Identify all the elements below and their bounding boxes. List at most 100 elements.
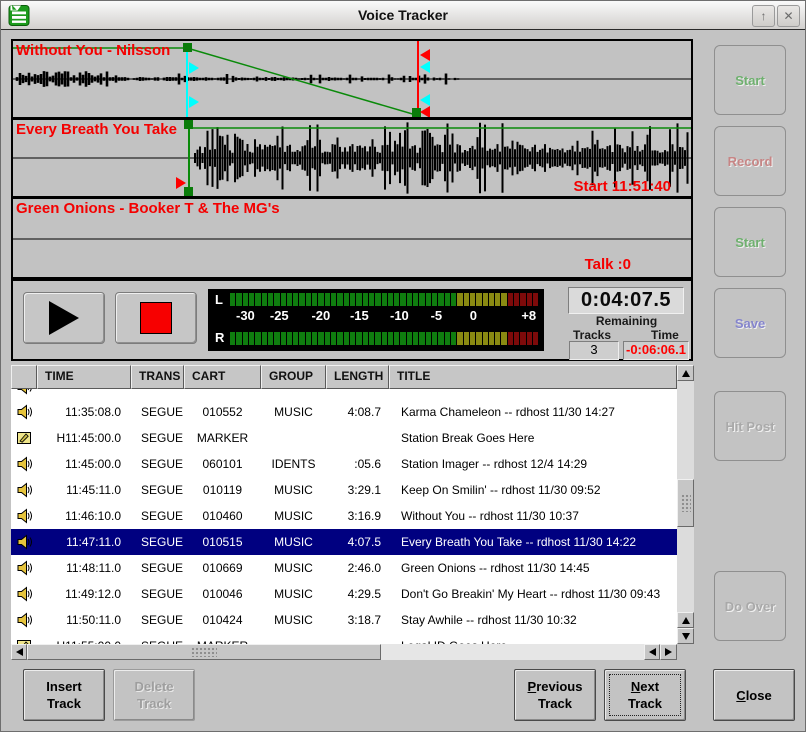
track-2-waveform[interactable]: Every Breath You Take Start 11:51:40 bbox=[13, 117, 691, 196]
fade-handle-icon[interactable] bbox=[183, 43, 192, 52]
column-header-cart[interactable]: CART bbox=[184, 365, 261, 389]
log-row-selected[interactable]: 11:47:11.0SEGUE010515MUSIC4:07.5Every Br… bbox=[11, 529, 677, 555]
track-end-marker-icon[interactable] bbox=[420, 94, 430, 106]
log-row[interactable]: 11:48:11.0SEGUE010669MUSIC2:46.0Green On… bbox=[11, 555, 677, 581]
cell-c6: Every Breath You Take -- rdhost 11/30 14… bbox=[389, 535, 677, 549]
log-row[interactable]: 11:45:11.0SEGUE010119MUSIC3:29.1Keep On … bbox=[11, 477, 677, 503]
meter-tick: -20 bbox=[311, 308, 330, 323]
save-button[interactable]: Save bbox=[714, 288, 786, 358]
cell-c6: Green Onions -- rdhost 11/30 14:45 bbox=[389, 561, 677, 575]
segue-marker-icon[interactable] bbox=[176, 177, 186, 189]
meter-tick: -25 bbox=[270, 308, 289, 323]
track-end-marker-icon[interactable] bbox=[420, 61, 430, 73]
cell-c6: Karma Chameleon -- rdhost 11/30 14:27 bbox=[389, 405, 677, 419]
track-end-marker-icon[interactable] bbox=[420, 49, 430, 61]
track-1-waveform[interactable]: Without You - Nilsson bbox=[13, 41, 691, 117]
log-row[interactable]: 11:50:11.0SEGUE010424MUSIC3:18.7Stay Awh… bbox=[11, 607, 677, 633]
next-track-button[interactable]: NextTrack bbox=[604, 669, 686, 721]
log-row[interactable] bbox=[11, 389, 677, 399]
meter-left-label: L bbox=[215, 292, 223, 307]
scroll-up-button-2[interactable] bbox=[677, 612, 694, 628]
cell-c6: Keep On Smilin' -- rdhost 11/30 09:52 bbox=[389, 483, 677, 497]
log-row[interactable]: 11:46:10.0SEGUE010460MUSIC3:16.9Without … bbox=[11, 503, 677, 529]
speaker-icon bbox=[11, 534, 37, 550]
horizontal-scroll-thumb[interactable] bbox=[27, 644, 381, 660]
voice-tracker-window: Voice Tracker ↑ ✕ Without You - Nilsson bbox=[0, 0, 806, 732]
remaining-time-label: Time bbox=[651, 328, 679, 342]
cell-c4: MUSIC bbox=[261, 587, 326, 601]
meter-tick: +8 bbox=[521, 308, 536, 323]
scroll-up-button[interactable] bbox=[677, 365, 694, 381]
scroll-left-button[interactable] bbox=[11, 644, 27, 660]
cell-c4: IDENTS bbox=[261, 457, 326, 471]
table-header: TIMETRANSCARTGROUPLENGTHTITLE bbox=[11, 365, 677, 389]
speaker-icon bbox=[11, 456, 37, 472]
fade-handle-icon[interactable] bbox=[184, 120, 193, 129]
insert-track-button[interactable]: InsertTrack bbox=[23, 669, 105, 721]
cell-c1: 11:49:12.0 bbox=[37, 587, 131, 601]
track-2-title: Every Breath You Take bbox=[16, 121, 177, 138]
cell-c6: Without You -- rdhost 11/30 10:37 bbox=[389, 509, 677, 523]
vertical-scrollbar[interactable] bbox=[677, 365, 694, 644]
log-row[interactable]: 11:45:00.0SEGUE060101IDENTS:05.6Station … bbox=[11, 451, 677, 477]
column-header-length[interactable]: LENGTH bbox=[326, 365, 389, 389]
do-over-button[interactable]: Do Over bbox=[714, 571, 786, 641]
cell-c3: 060101 bbox=[184, 457, 261, 471]
cell-c3: 010669 bbox=[184, 561, 261, 575]
close-button[interactable]: Close bbox=[713, 669, 795, 721]
column-header-trans[interactable]: TRANS bbox=[131, 365, 184, 389]
track-end-marker-line[interactable] bbox=[417, 41, 419, 117]
hit-post-button[interactable]: Hit Post bbox=[714, 391, 786, 461]
cell-c4: MUSIC bbox=[261, 509, 326, 523]
log-row[interactable]: H11:55:00.0SEGUEMARKERLegal ID Goes Here bbox=[11, 633, 677, 644]
track-end-marker-icon[interactable] bbox=[420, 106, 430, 117]
vertical-scroll-thumb[interactable] bbox=[677, 479, 694, 527]
titlebar[interactable]: Voice Tracker ↑ ✕ bbox=[1, 1, 805, 30]
cell-c6: Station Imager -- rdhost 12/4 14:29 bbox=[389, 457, 677, 471]
delete-track-button[interactable]: DeleteTrack bbox=[113, 669, 195, 721]
log-row[interactable]: H11:45:00.0SEGUEMARKERStation Break Goes… bbox=[11, 425, 677, 451]
voicetrack-start-line[interactable] bbox=[188, 120, 190, 196]
cell-c3: MARKER bbox=[184, 431, 261, 445]
column-header-time[interactable]: TIME bbox=[37, 365, 131, 389]
cell-c5: 3:18.7 bbox=[326, 613, 389, 627]
cell-c3: 010046 bbox=[184, 587, 261, 601]
track-editor[interactable]: Without You - Nilsson Every Breath You T… bbox=[11, 39, 693, 279]
shade-window-icon[interactable]: ↑ bbox=[752, 5, 775, 27]
cell-c2: SEGUE bbox=[131, 509, 184, 523]
column-header-title[interactable]: TITLE bbox=[389, 365, 677, 389]
meter-tick: -10 bbox=[390, 308, 409, 323]
track-start-marker-line[interactable] bbox=[186, 48, 188, 117]
play-button[interactable] bbox=[23, 292, 105, 344]
close-window-icon[interactable]: ✕ bbox=[777, 5, 800, 27]
log-row[interactable]: 11:35:08.0SEGUE010552MUSIC4:08.7Karma Ch… bbox=[11, 399, 677, 425]
track-3-waveform[interactable]: Green Onions - Booker T & The MG's Talk … bbox=[13, 196, 691, 275]
scrollbar-corner bbox=[677, 644, 694, 660]
cell-c5: 2:46.0 bbox=[326, 561, 389, 575]
speaker-icon bbox=[11, 482, 37, 498]
cell-c4: MUSIC bbox=[261, 535, 326, 549]
scroll-down-button[interactable] bbox=[677, 628, 694, 644]
previous-track-button[interactable]: PreviousTrack bbox=[514, 669, 596, 721]
start-2-button[interactable]: Start bbox=[714, 207, 786, 277]
scroll-left-button-2[interactable] bbox=[644, 644, 660, 660]
scroll-right-button[interactable] bbox=[660, 644, 677, 660]
meter-left-bar bbox=[230, 293, 538, 306]
log-table: TIMETRANSCARTGROUPLENGTHTITLE 11:35:08.0… bbox=[11, 365, 694, 660]
record-button[interactable]: Record bbox=[714, 126, 786, 196]
horizontal-scrollbar[interactable] bbox=[11, 644, 677, 660]
start-1-button[interactable]: Start bbox=[714, 45, 786, 115]
column-header-group[interactable]: GROUP bbox=[261, 365, 326, 389]
track-start-marker-icon[interactable] bbox=[189, 62, 199, 74]
speaker-icon bbox=[11, 612, 37, 628]
remaining-time-value: -0:06:06.1 bbox=[623, 341, 689, 360]
meter-tick: -5 bbox=[431, 308, 443, 323]
column-header-icon[interactable] bbox=[11, 365, 37, 389]
speaker-icon bbox=[11, 586, 37, 602]
cell-c3: 010119 bbox=[184, 483, 261, 497]
cell-c5: :05.6 bbox=[326, 457, 389, 471]
meter-tick: -30 bbox=[236, 308, 255, 323]
stop-button[interactable] bbox=[115, 292, 197, 344]
log-row[interactable]: 11:49:12.0SEGUE010046MUSIC4:29.5Don't Go… bbox=[11, 581, 677, 607]
track-start-marker-icon[interactable] bbox=[189, 96, 199, 108]
